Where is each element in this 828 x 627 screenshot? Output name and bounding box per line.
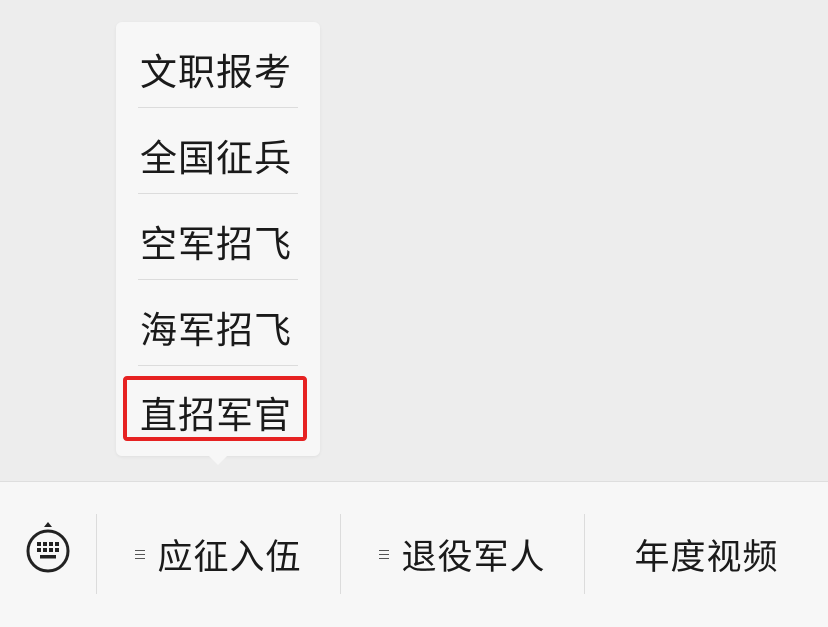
menu-item-label: 空军招飞: [140, 223, 292, 266]
menu-lines-icon: [379, 547, 391, 562]
menu-item-label: 全国征兵: [140, 137, 292, 180]
keyboard-toggle-button[interactable]: [0, 482, 96, 627]
menu-divider: [138, 279, 298, 280]
menu-divider: [138, 193, 298, 194]
menu-item-label: 文职报考: [140, 51, 292, 94]
menu-divider: [138, 365, 298, 366]
bottom-menu-bar: 应征入伍 退役军人 年度视频: [0, 481, 828, 627]
menu-item-quanguo-zhengbing[interactable]: 全国征兵: [138, 112, 298, 198]
keyboard-icon: [26, 522, 70, 573]
menu-item-kongjun-zhaofei[interactable]: 空军招飞: [138, 198, 298, 284]
tab-yingzheng-ruwu[interactable]: 应征入伍: [97, 482, 340, 627]
tab-label: 应征入伍: [157, 538, 302, 578]
menu-lines-icon: [135, 547, 147, 562]
tab-niandu-shipin[interactable]: 年度视频: [585, 482, 828, 627]
popup-arrow: [208, 455, 228, 465]
menu-item-haijun-zhaofei[interactable]: 海军招飞: [138, 284, 298, 370]
menu-divider: [138, 107, 298, 108]
tab-tuiyi-junren[interactable]: 退役军人: [341, 482, 584, 627]
menu-item-wenzhi-baokao[interactable]: 文职报考: [138, 26, 298, 112]
tab-label: 退役军人: [401, 538, 546, 578]
menu-item-label: 海军招飞: [140, 309, 292, 352]
highlight-box: [123, 376, 307, 441]
tab-label: 年度视频: [634, 538, 779, 578]
